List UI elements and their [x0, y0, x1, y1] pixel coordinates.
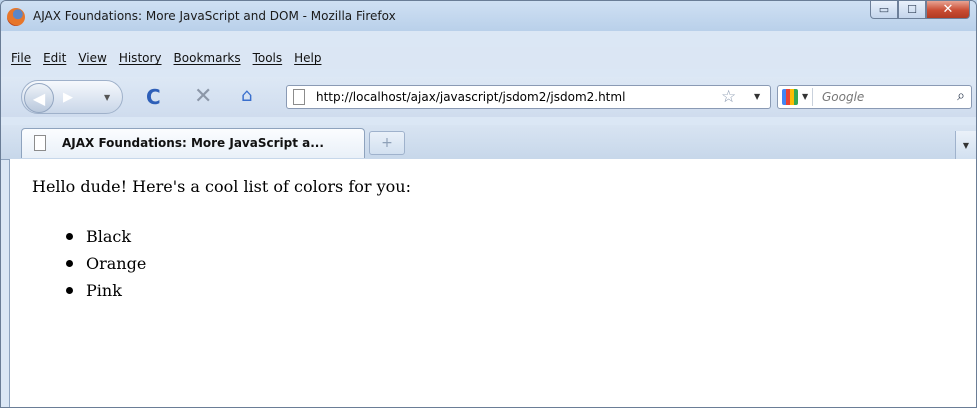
google-icon[interactable]	[782, 89, 798, 105]
tab-active[interactable]: AJAX Foundations: More JavaScript a...	[21, 128, 365, 158]
url-dropdown-icon[interactable]: ▼	[754, 92, 760, 101]
window-title: AJAX Foundations: More JavaScript and DO…	[33, 9, 396, 23]
menu-file[interactable]: File	[5, 47, 37, 69]
bookmark-star-icon[interactable]: ☆	[721, 87, 736, 107]
search-divider	[812, 88, 813, 106]
browser-window: AJAX Foundations: More JavaScript and DO…	[0, 0, 977, 408]
caption-buttons: ▭ ☐ ✕	[870, 1, 970, 21]
menu-bar: File Edit View History Bookmarks Tools H…	[1, 47, 976, 69]
tab-bar: AJAX Foundations: More JavaScript a... +…	[1, 125, 976, 160]
search-input[interactable]: Google	[822, 90, 864, 104]
forward-button[interactable]: ▶	[58, 88, 78, 106]
tab-page-icon	[34, 135, 46, 151]
close-button[interactable]: ✕	[926, 1, 970, 19]
menu-bookmarks[interactable]: Bookmarks	[168, 47, 247, 69]
menu-tools[interactable]: Tools	[247, 47, 289, 69]
color-list: Black Orange Pink	[62, 223, 146, 304]
url-text[interactable]: http://localhost/ajax/javascript/jsdom2/…	[316, 90, 625, 104]
list-item: Black	[62, 223, 146, 250]
search-icon[interactable]: ⌕	[957, 88, 965, 104]
menu-help[interactable]: Help	[288, 47, 327, 69]
menu-edit[interactable]: Edit	[37, 47, 72, 69]
minimize-button[interactable]: ▭	[870, 1, 898, 19]
back-forward-group: ◀ ▶ ▼	[21, 80, 123, 114]
home-button[interactable]: ⌂	[241, 85, 252, 106]
menu-view[interactable]: View	[72, 47, 112, 69]
list-item: Pink	[62, 277, 146, 304]
reload-button[interactable]: C	[146, 85, 161, 109]
search-bar[interactable]: ▼ Google ⌕	[777, 85, 972, 109]
intro-text: Hello dude! Here's a cool list of colors…	[32, 177, 411, 196]
tab-label: AJAX Foundations: More JavaScript a...	[62, 136, 324, 150]
title-bar: AJAX Foundations: More JavaScript and DO…	[1, 1, 976, 31]
tab-list-button[interactable]: ▼	[955, 131, 976, 159]
navigation-toolbar: ◀ ▶ ▼ C ✕ ⌂ http://localhost/ajax/javasc…	[1, 77, 976, 117]
list-item: Orange	[62, 250, 146, 277]
page-icon	[293, 89, 305, 105]
url-bar[interactable]: http://localhost/ajax/javascript/jsdom2/…	[286, 85, 771, 109]
history-dropdown-icon[interactable]: ▼	[104, 93, 110, 102]
maximize-button[interactable]: ☐	[898, 1, 926, 19]
menu-history[interactable]: History	[113, 47, 168, 69]
stop-button[interactable]: ✕	[194, 84, 212, 109]
firefox-logo-icon	[7, 8, 25, 26]
new-tab-button[interactable]: +	[369, 131, 405, 155]
search-engine-dropdown-icon[interactable]: ▼	[802, 92, 808, 101]
page-content: Hello dude! Here's a cool list of colors…	[9, 159, 976, 407]
back-button[interactable]: ◀	[24, 83, 54, 113]
